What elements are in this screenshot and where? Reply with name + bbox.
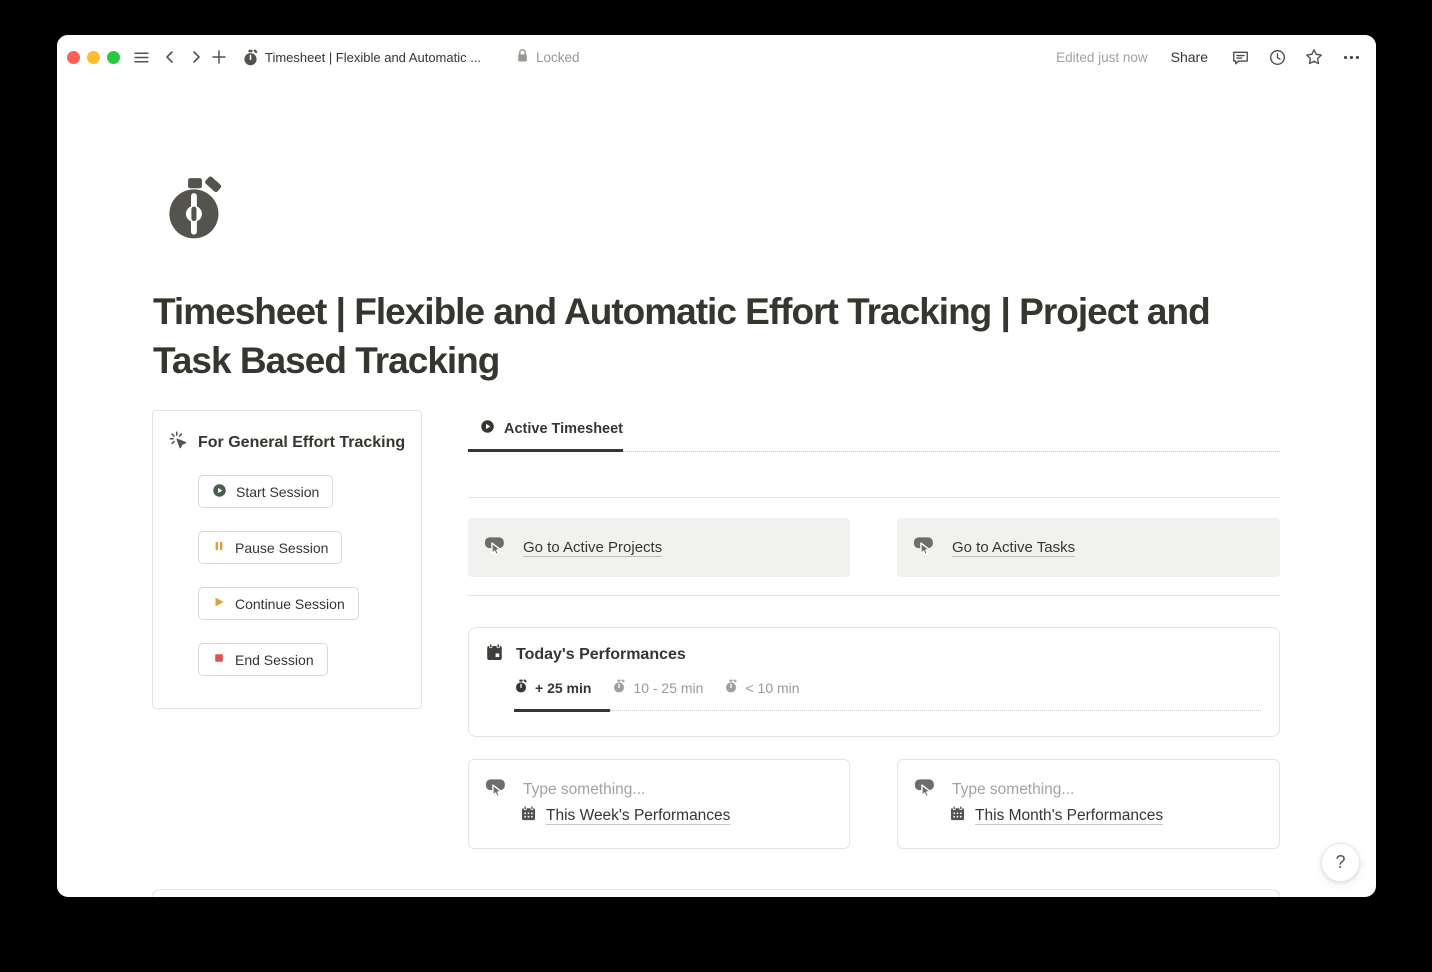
duration-tab-row-rule <box>610 710 1261 711</box>
notion-window: Timesheet | Flexible and Automatic ... L… <box>57 35 1376 897</box>
locked-toggle[interactable]: Locked <box>516 35 580 79</box>
zoom-window-button[interactable] <box>107 51 120 64</box>
tab-active-timesheet[interactable]: Active Timesheet <box>480 419 623 439</box>
todays-performances-heading: Today's Performances <box>485 643 686 667</box>
active-tab-underline <box>468 449 623 452</box>
comments-icon[interactable] <box>1229 46 1251 68</box>
minimize-window-button[interactable] <box>87 51 100 64</box>
button-click-icon <box>913 535 937 561</box>
window-tab-title[interactable]: Timesheet | Flexible and Automatic ... <box>265 35 481 79</box>
week-performances-label: This Week's Performances <box>546 807 730 825</box>
page-favicon-stopwatch-icon <box>239 46 261 68</box>
end-session-button[interactable]: End Session <box>198 643 328 676</box>
pause-icon <box>212 539 226 556</box>
locked-label: Locked <box>536 50 580 65</box>
todays-performances-title: Today's Performances <box>516 646 686 664</box>
page-title[interactable]: Timesheet | Flexible and Automatic Effor… <box>153 287 1285 385</box>
week-performances-link[interactable]: This Week's Performances <box>520 805 730 827</box>
week-performances-card: Type something... This Week's Performanc… <box>468 759 850 849</box>
active-timesheet-label: Active Timesheet <box>504 421 623 437</box>
stop-icon <box>212 651 226 668</box>
stopwatch-icon <box>612 679 626 696</box>
tab-10-25-min[interactable]: 10 - 25 min <box>612 679 703 696</box>
cursor-click-icon <box>168 430 189 456</box>
next-section-card-partial <box>152 889 1280 897</box>
button-click-icon <box>484 535 508 561</box>
help-button[interactable]: ? <box>1321 843 1360 882</box>
close-window-button[interactable] <box>67 51 80 64</box>
divider <box>468 497 1280 498</box>
button-click-icon <box>485 777 509 803</box>
performance-duration-tabs: + 25 min 10 - 25 min <box>514 679 800 696</box>
edited-status: Edited just now <box>1056 50 1148 65</box>
goto-active-tasks-label: Go to Active Tasks <box>952 539 1075 556</box>
stopwatch-icon <box>514 679 528 696</box>
pause-session-button[interactable]: Pause Session <box>198 531 342 564</box>
divider <box>468 595 1280 596</box>
end-session-label: End Session <box>235 652 314 668</box>
week-input-area[interactable]: Type something... <box>485 777 645 803</box>
tab-10-25-min-label: 10 - 25 min <box>633 680 703 696</box>
button-click-icon <box>914 777 938 803</box>
todays-performances-card: Today's Performances + 25 min <box>468 627 1280 737</box>
month-input-area[interactable]: Type something... <box>914 777 1074 803</box>
lock-icon <box>516 48 529 67</box>
play-icon <box>212 595 226 612</box>
month-performances-card: Type something... This Month's Performan… <box>897 759 1280 849</box>
goto-active-projects-label: Go to Active Projects <box>523 539 662 556</box>
continue-session-button[interactable]: Continue Session <box>198 587 359 620</box>
calendar-icon <box>485 643 504 667</box>
general-tracking-card: For General Effort Tracking Start Sessio… <box>152 410 422 709</box>
month-performances-link[interactable]: This Month's Performances <box>949 805 1163 827</box>
start-session-button[interactable]: Start Session <box>198 475 333 508</box>
stopwatch-icon <box>724 679 738 696</box>
week-input-placeholder: Type something... <box>523 781 645 799</box>
new-tab-icon[interactable] <box>208 46 230 68</box>
page-icon-stopwatch[interactable] <box>163 176 227 240</box>
tab-under-10-min[interactable]: < 10 min <box>724 679 799 696</box>
forward-icon[interactable] <box>185 46 207 68</box>
play-circle-icon <box>480 419 495 439</box>
share-button[interactable]: Share <box>1171 49 1208 65</box>
updates-clock-icon[interactable] <box>1266 46 1288 68</box>
month-performances-label: This Month's Performances <box>975 807 1163 825</box>
general-tracking-title: For General Effort Tracking <box>198 434 405 452</box>
tab-row-rule <box>623 451 1280 452</box>
general-tracking-heading: For General Effort Tracking <box>168 430 405 456</box>
tab-plus-25-min[interactable]: + 25 min <box>514 679 591 696</box>
continue-session-label: Continue Session <box>235 596 345 612</box>
tab-plus-25-min-label: + 25 min <box>535 680 591 696</box>
favorite-star-icon[interactable] <box>1303 46 1325 68</box>
desktop-background: { "toolbar": { "tab_title": "Timesheet |… <box>0 0 1432 972</box>
more-options-icon[interactable] <box>1340 46 1362 68</box>
pause-session-label: Pause Session <box>235 540 328 556</box>
goto-active-tasks-button[interactable]: Go to Active Tasks <box>897 518 1280 577</box>
tab-under-10-min-label: < 10 min <box>745 680 799 696</box>
start-session-label: Start Session <box>236 484 319 500</box>
goto-active-projects-button[interactable]: Go to Active Projects <box>468 518 850 577</box>
calendar-grid-icon <box>520 805 537 827</box>
calendar-grid-icon <box>949 805 966 827</box>
toolbar-actions: Edited just now Share <box>1056 35 1362 79</box>
back-icon[interactable] <box>159 46 181 68</box>
play-circle-icon <box>212 483 227 501</box>
month-input-placeholder: Type something... <box>952 781 1074 799</box>
sidebar-toggle-icon[interactable] <box>130 46 152 68</box>
window-toolbar: Timesheet | Flexible and Automatic ... L… <box>57 35 1376 79</box>
active-duration-tab-underline <box>514 709 610 712</box>
